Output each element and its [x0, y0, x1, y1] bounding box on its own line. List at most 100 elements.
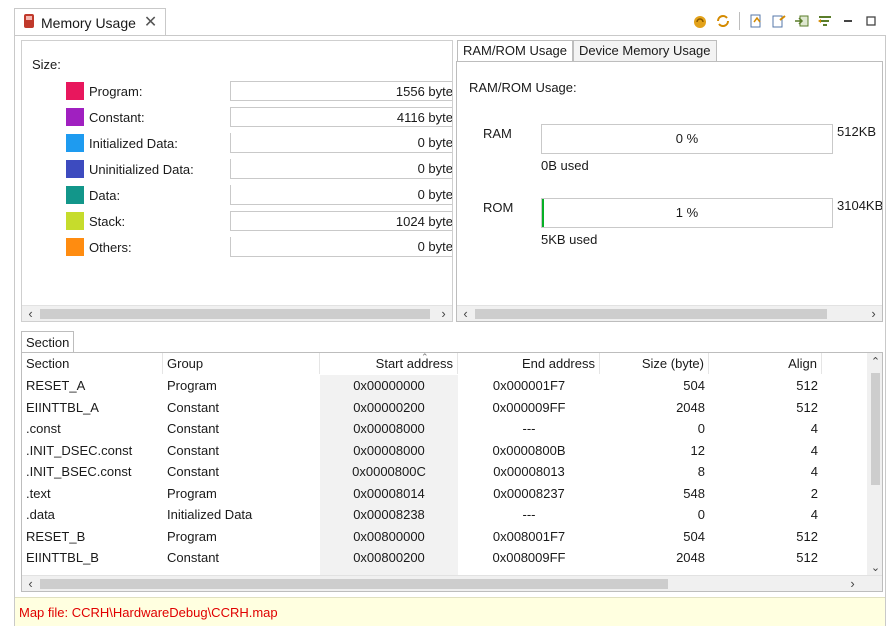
cell-section: .INIT_BSEC.const: [26, 464, 132, 479]
table-header: Section Group Start address End address …: [22, 353, 867, 374]
scroll-up-icon[interactable]: ⌃: [867, 355, 882, 368]
ram-used: 0B used: [541, 158, 589, 173]
cell-end-address: 0x008001F7: [492, 528, 566, 544]
cell-group: Constant: [167, 442, 220, 458]
cell-section: EIINTTBL_A: [26, 399, 99, 415]
cell-align: 2: [810, 485, 818, 501]
table-row[interactable]: .data Initialized Data 0x00008238 --- 0 4: [22, 504, 867, 525]
load-icon[interactable]: [793, 12, 811, 30]
scroll-left-icon[interactable]: ‹: [22, 576, 39, 591]
memory-usage-view-tab[interactable]: Memory Usage ✕: [14, 8, 166, 36]
scroll-right-icon[interactable]: ›: [844, 576, 861, 591]
size-row-constant: Constant: 4116 byte: [66, 107, 452, 127]
table-row[interactable]: EIINTTBL_B Constant 0x00800200 0x008009FF 20…: [22, 547, 867, 568]
size-value: 1024 byte: [230, 211, 452, 231]
sync-icon[interactable]: [714, 12, 732, 30]
cell-group: Constant: [167, 399, 220, 415]
cell-section: RESET_A: [26, 378, 86, 393]
column-header-size[interactable]: Size (byte): [600, 353, 709, 374]
rom-used: 5KB used: [541, 232, 598, 247]
cell-start-address: 0x00800200: [353, 550, 425, 565]
ramrom-panel-hscrollbar[interactable]: ‹ ›: [457, 305, 882, 321]
toolbar-separator: [739, 12, 740, 30]
cell-group: Constant: [167, 550, 220, 565]
cell-end-address: 0x008009FF: [492, 550, 566, 565]
cell-group: Program: [167, 485, 217, 501]
ram-percent: 0 %: [675, 131, 699, 146]
close-icon[interactable]: ✕: [144, 14, 157, 31]
table-row[interactable]: .INIT_BSEC.const Constant 0x0000800C 0x0000…: [22, 461, 867, 482]
cell-start-address: 0x00008014: [353, 485, 425, 501]
column-header-align[interactable]: Align: [709, 353, 822, 374]
stack-color-swatch: [66, 212, 84, 230]
ram-rom-usage-panel: RAM/ROM Usage: RAM 0 % 512KB 0B used ROM…: [456, 61, 883, 322]
cell-align: 4: [810, 442, 818, 458]
section-hscrollbar[interactable]: ‹ ›: [22, 575, 882, 591]
section-vscrollbar[interactable]: ⌃ ⌄: [867, 353, 882, 576]
table-row[interactable]: .text Program 0x00008014 0x00008237 548 2: [22, 483, 867, 504]
export-csv-icon[interactable]: [770, 12, 788, 30]
size-label: Program:: [89, 83, 143, 99]
scroll-thumb[interactable]: [871, 373, 880, 485]
table-row[interactable]: RESET_A Program 0x00000000 0x000001F7 504 512: [22, 375, 867, 396]
filter-icon[interactable]: [816, 12, 834, 30]
cell-section: .const: [26, 421, 61, 436]
cell-align: 512: [796, 550, 818, 565]
scroll-thumb[interactable]: [40, 309, 430, 319]
cell-group: Constant: [167, 464, 220, 479]
cell-end-address: ---: [522, 421, 536, 436]
tab-device-memory-usage[interactable]: Device Memory Usage: [573, 40, 717, 62]
size-panel-hscrollbar[interactable]: ‹ ›: [22, 305, 452, 321]
memory-usage-view: Size: Program: 1556 byte Constant: 4116 …: [14, 35, 886, 626]
cell-align: 512: [796, 528, 818, 544]
table-row[interactable]: RESET_B Program 0x00800000 0x008001F7 504 512: [22, 526, 867, 547]
view-title: Memory Usage: [41, 14, 136, 31]
data-color-swatch: [66, 186, 84, 204]
table-row[interactable]: EIINTTBL_A Constant 0x00000200 0x000009FF 20…: [22, 397, 867, 418]
ram-rom-heading: RAM/ROM Usage:: [469, 80, 577, 95]
ram-label: RAM: [483, 126, 512, 141]
column-header-start-address[interactable]: Start address: [320, 353, 458, 374]
cell-align: 4: [810, 507, 818, 522]
constant-color-swatch: [66, 108, 84, 126]
table-row[interactable]: .INIT_DSEC.const Constant 0x00008000 0x0000…: [22, 440, 867, 461]
export-icon[interactable]: [747, 12, 765, 30]
rom-label: ROM: [483, 200, 514, 215]
table-row[interactable]: .const Constant 0x00008000 --- 0 4: [22, 418, 867, 439]
size-row-uninitialized-data: Uninitialized Data: 0 byte: [66, 159, 452, 179]
initialized-data-color-swatch: [66, 134, 84, 152]
size-row-initialized-data: Initialized Data: 0 byte: [66, 133, 452, 153]
cell-start-address: 0x00008000: [353, 421, 425, 436]
cell-end-address: 0x000001F7: [492, 378, 566, 393]
scroll-right-icon[interactable]: ›: [435, 306, 452, 321]
size-label: Others:: [89, 239, 132, 255]
size-value: 0 byte: [230, 185, 452, 205]
size-row-data: Data: 0 byte: [66, 185, 452, 205]
column-header-end-address[interactable]: End address: [458, 353, 600, 374]
cell-section: EIINTTBL_B: [26, 550, 99, 565]
cell-size: 8: [697, 464, 705, 479]
minimize-icon[interactable]: [839, 12, 857, 30]
column-header-section[interactable]: Section: [22, 353, 163, 374]
tab-section[interactable]: Section: [21, 331, 75, 353]
maximize-icon[interactable]: [862, 12, 880, 30]
scroll-right-icon[interactable]: ›: [865, 306, 882, 321]
size-panel: Size: Program: 1556 byte Constant: 4116 …: [21, 40, 453, 322]
scroll-left-icon[interactable]: ‹: [22, 306, 39, 321]
scroll-thumb[interactable]: [475, 309, 827, 319]
scroll-down-icon[interactable]: ⌄: [867, 561, 882, 574]
cell-align: 512: [796, 378, 818, 393]
sort-ascending-icon: ⌃: [421, 352, 429, 362]
refresh-map-icon[interactable]: [691, 12, 709, 30]
scroll-left-icon[interactable]: ‹: [457, 306, 474, 321]
column-header-group[interactable]: Group: [163, 353, 320, 374]
view-toolbar: [691, 10, 880, 32]
cell-size: 2048: [676, 550, 705, 565]
others-color-swatch: [66, 238, 84, 256]
tab-ram-rom-usage[interactable]: RAM/ROM Usage: [457, 40, 574, 62]
cell-size: 12: [690, 442, 705, 458]
cell-group: Initialized Data: [167, 507, 253, 522]
cell-section: .text: [26, 485, 51, 501]
size-row-program: Program: 1556 byte: [66, 81, 452, 101]
scroll-thumb[interactable]: [40, 579, 668, 589]
